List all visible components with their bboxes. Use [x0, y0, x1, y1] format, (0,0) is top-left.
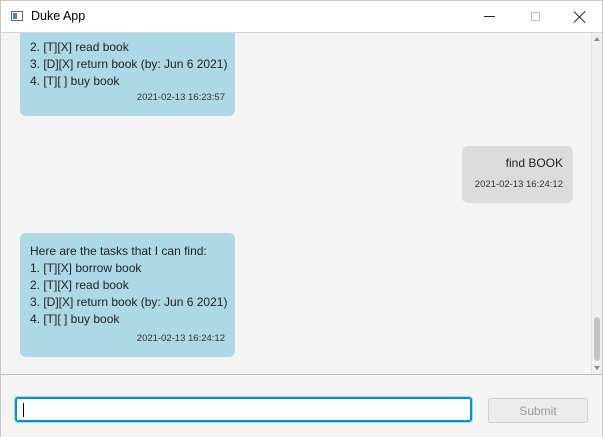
duke-message-bubble: 2. [T][X] read book 3. [D][X] return boo… — [20, 33, 235, 116]
message-timestamp: 2021-02-13 16:24:12 — [474, 179, 563, 190]
scroll-down-arrow-icon[interactable] — [594, 366, 600, 370]
minimize-button[interactable] — [466, 1, 512, 32]
close-button[interactable] — [557, 1, 603, 32]
minimize-icon — [483, 16, 495, 17]
submit-button[interactable]: Submit — [488, 398, 588, 423]
message-line: 4. [T][ ] buy book — [30, 74, 120, 88]
app-window: Duke App 2. [T][X] read book 3. [D][X] r… — [0, 0, 603, 437]
text-caret — [23, 403, 24, 417]
maximize-button[interactable] — [512, 1, 558, 32]
message-line: find BOOK — [505, 156, 563, 170]
message-input-container[interactable] — [15, 397, 472, 422]
message-line: 1. [T][X] borrow book — [30, 261, 142, 275]
window-title: Duke App — [31, 9, 86, 23]
message-line: 2. [T][X] read book — [30, 278, 129, 292]
scrollbar-thumb[interactable] — [594, 317, 600, 361]
message-line: 3. [D][X] return book (by: Jun 6 2021) — [30, 295, 228, 309]
close-icon — [574, 11, 586, 23]
maximize-icon — [530, 12, 540, 21]
input-bar: Submit — [1, 375, 602, 437]
message-line: 2. [T][X] read book — [30, 40, 129, 54]
message-line: Here are the tasks that I can find: — [30, 244, 207, 258]
duke-message-bubble: Here are the tasks that I can find: 1. [… — [20, 233, 235, 357]
message-line: 3. [D][X] return book (by: Jun 6 2021) — [30, 57, 228, 71]
message-timestamp: 2021-02-13 16:23:57 — [136, 92, 225, 103]
message-input[interactable] — [17, 399, 470, 420]
scroll-up-arrow-icon[interactable] — [594, 37, 600, 41]
user-message-bubble: find BOOK 2021-02-13 16:24:12 — [462, 146, 573, 203]
chat-scrollbar[interactable] — [591, 33, 602, 374]
message-timestamp: 2021-02-13 16:24:12 — [136, 333, 225, 344]
title-bar[interactable]: Duke App — [1, 1, 602, 33]
app-icon — [11, 11, 23, 21]
message-line: 4. [T][ ] buy book — [30, 312, 120, 326]
chat-scroll-area[interactable]: 2. [T][X] read book 3. [D][X] return boo… — [2, 33, 591, 374]
